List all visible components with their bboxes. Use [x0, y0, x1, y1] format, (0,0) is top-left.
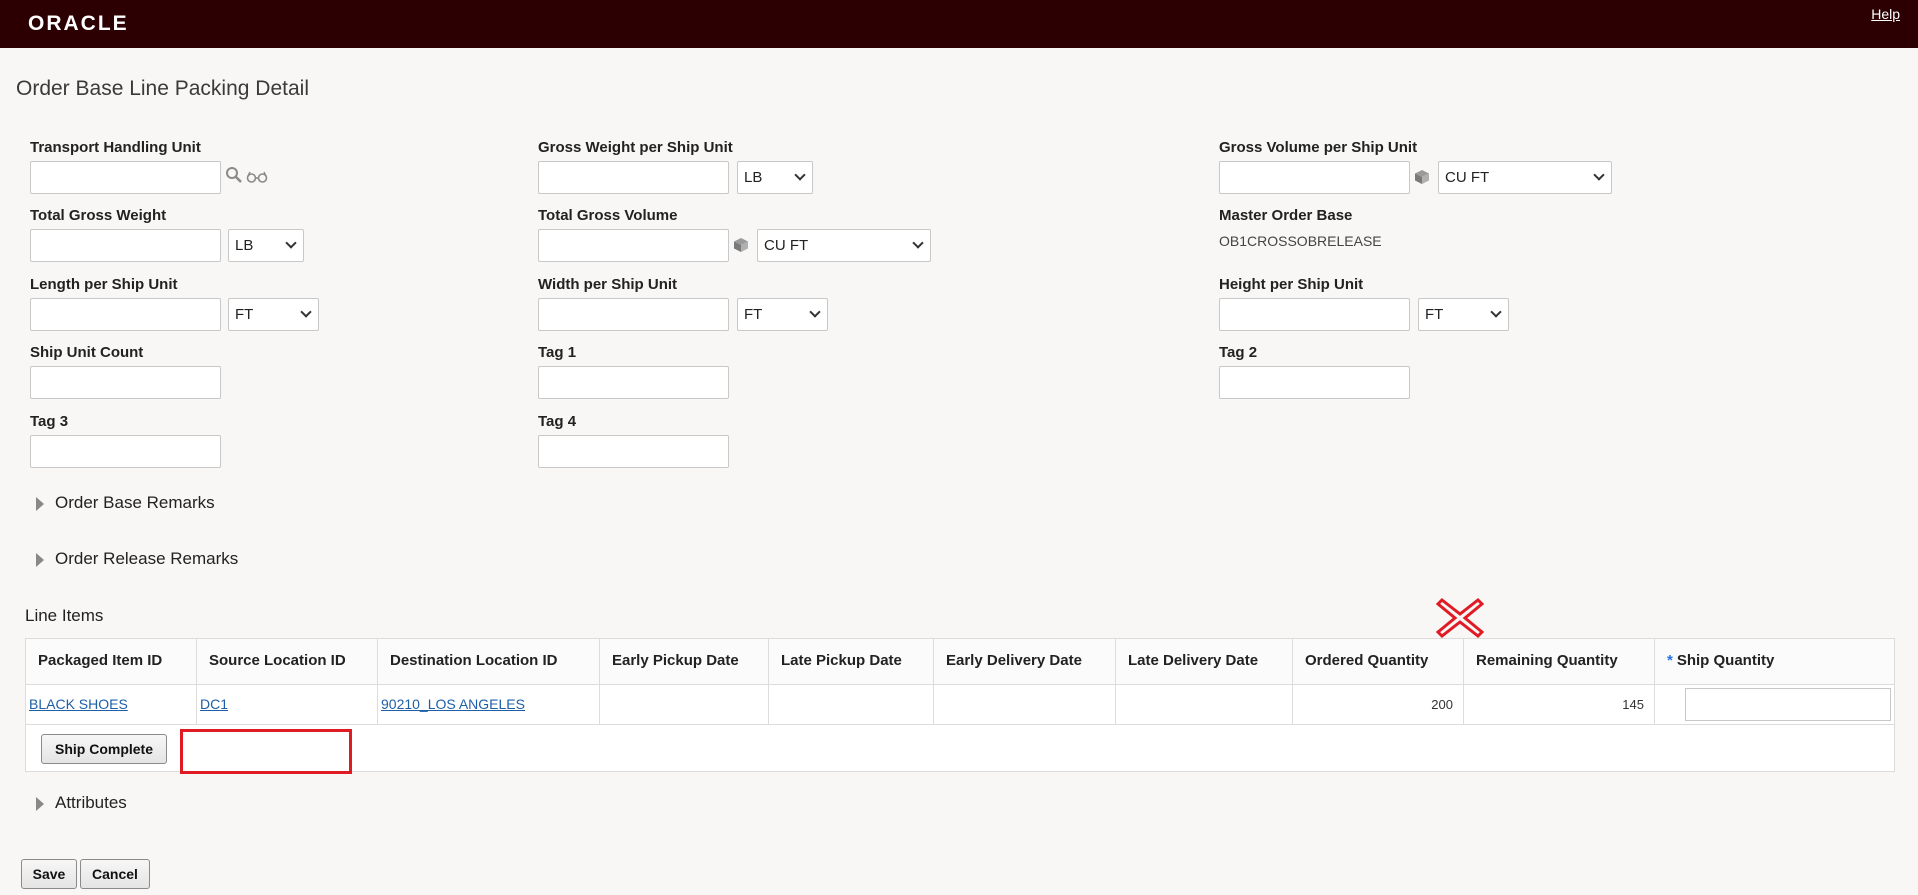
column-header-source-location-id: Source Location ID	[197, 639, 378, 684]
required-marker: *	[1667, 652, 1673, 669]
width-per-ship-unit-input[interactable]	[538, 298, 729, 331]
expand-triangle-icon	[36, 497, 44, 511]
tag2-input[interactable]	[1219, 366, 1410, 399]
tag2-label: Tag 2	[1219, 344, 1258, 361]
gross-weight-per-ship-unit-input[interactable]	[538, 161, 729, 194]
height-unit-select[interactable]: FT	[1418, 298, 1509, 331]
gross-volume-per-ship-unit-label: Gross Volume per Ship Unit	[1219, 139, 1418, 156]
cell-early-pickup-date	[600, 685, 769, 724]
destination-location-link[interactable]: 90210_LOS ANGELES	[381, 696, 525, 712]
tag1-input[interactable]	[538, 366, 729, 399]
chevron-down-icon	[285, 237, 297, 249]
expand-triangle-icon	[36, 797, 44, 811]
glasses-icon[interactable]	[246, 170, 268, 184]
length-per-ship-unit-input[interactable]	[30, 298, 221, 331]
column-header-early-pickup-date: Early Pickup Date	[600, 639, 769, 684]
gross-weight-unit-select[interactable]: LB	[737, 161, 813, 194]
transport-handling-unit-input[interactable]	[30, 161, 221, 194]
tag3-input[interactable]	[30, 435, 221, 468]
column-header-early-delivery-date: Early Delivery Date	[934, 639, 1116, 684]
line-items-title: Line Items	[25, 606, 104, 625]
column-header-remaining-quantity: Remaining Quantity	[1464, 639, 1655, 684]
total-gross-volume-unit-value: CU FT	[764, 237, 809, 254]
length-unit-select[interactable]: FT	[228, 298, 319, 331]
height-per-ship-unit-label: Height per Ship Unit	[1219, 276, 1364, 293]
master-order-base-label: Master Order Base	[1219, 207, 1353, 224]
cell-source-location-id: DC1	[197, 685, 378, 724]
column-header-ship-quantity: * Ship Quantity	[1655, 639, 1896, 684]
tag4-input[interactable]	[538, 435, 729, 468]
width-unit-select[interactable]: FT	[737, 298, 828, 331]
gross-weight-per-ship-unit-label: Gross Weight per Ship Unit	[538, 139, 733, 156]
cell-ordered-quantity: 200	[1293, 685, 1464, 724]
total-gross-volume-label: Total Gross Volume	[538, 207, 678, 224]
chevron-down-icon	[1593, 169, 1605, 181]
cell-late-pickup-date	[769, 685, 934, 724]
top-bar: ORACLE Help	[0, 0, 1918, 48]
cancel-button[interactable]: Cancel	[80, 859, 150, 889]
table-row: BLACK SHOES DC1 90210_LOS ANGELES 200 14…	[26, 685, 1894, 725]
total-gross-volume-input[interactable]	[538, 229, 729, 262]
chevron-down-icon	[1490, 306, 1502, 318]
save-button[interactable]: Save	[21, 859, 77, 889]
gross-volume-unit-select[interactable]: CU FT	[1438, 161, 1612, 194]
table-header-row: Packaged Item ID Source Location ID Dest…	[26, 639, 1894, 685]
page-title: Order Base Line Packing Detail	[16, 77, 309, 100]
total-gross-weight-input[interactable]	[30, 229, 221, 262]
chevron-down-icon	[300, 306, 312, 318]
height-per-ship-unit-input[interactable]	[1219, 298, 1410, 331]
oracle-logo: ORACLE	[28, 12, 129, 35]
cell-ship-quantity	[1655, 685, 1896, 724]
search-icon[interactable]	[225, 166, 243, 184]
total-gross-weight-unit-value: LB	[235, 237, 254, 254]
column-header-packaged-item-id: Packaged Item ID	[26, 639, 197, 684]
length-unit-value: FT	[235, 306, 254, 323]
attributes-label: Attributes	[55, 793, 127, 812]
height-unit-value: FT	[1425, 306, 1444, 323]
cell-early-delivery-date	[934, 685, 1116, 724]
cell-destination-location-id: 90210_LOS ANGELES	[378, 685, 600, 724]
chevron-down-icon	[809, 306, 821, 318]
total-gross-weight-unit-select[interactable]: LB	[228, 229, 304, 262]
column-header-ordered-quantity: Ordered Quantity	[1293, 639, 1464, 684]
total-gross-volume-unit-select[interactable]: CU FT	[757, 229, 931, 262]
chevron-down-icon	[794, 169, 806, 181]
total-gross-weight-label: Total Gross Weight	[30, 207, 167, 224]
chevron-down-icon	[912, 237, 924, 249]
red-highlight-box	[180, 729, 352, 774]
order-release-remarks-label: Order Release Remarks	[55, 549, 239, 568]
packaged-item-link[interactable]: BLACK SHOES	[29, 696, 128, 712]
help-link[interactable]: Help	[1871, 6, 1900, 22]
expand-triangle-icon	[36, 553, 44, 567]
gross-volume-per-ship-unit-input[interactable]	[1219, 161, 1410, 194]
master-order-base-value: OB1CROSSOBRELEASE	[1219, 233, 1382, 249]
ship-unit-count-input[interactable]	[30, 366, 221, 399]
transport-handling-unit-label: Transport Handling Unit	[30, 139, 201, 156]
cell-late-delivery-date	[1116, 685, 1293, 724]
column-header-late-delivery-date: Late Delivery Date	[1116, 639, 1293, 684]
width-per-ship-unit-label: Width per Ship Unit	[538, 276, 678, 293]
ship-unit-count-label: Ship Unit Count	[30, 344, 144, 361]
tag1-label: Tag 1	[538, 344, 577, 361]
gross-volume-unit-value: CU FT	[1445, 169, 1490, 186]
tag3-label: Tag 3	[30, 413, 69, 430]
source-location-link[interactable]: DC1	[200, 696, 228, 712]
cell-packaged-item-id: BLACK SHOES	[26, 685, 197, 724]
tag4-label: Tag 4	[538, 413, 577, 430]
length-per-ship-unit-label: Length per Ship Unit	[30, 276, 178, 293]
cube-icon[interactable]	[733, 237, 749, 253]
ship-complete-button[interactable]: Ship Complete	[41, 734, 167, 764]
column-header-destination-location-id: Destination Location ID	[378, 639, 600, 684]
cube-icon[interactable]	[1414, 169, 1430, 185]
cell-remaining-quantity: 145	[1464, 685, 1655, 724]
width-unit-value: FT	[744, 306, 763, 323]
red-x-annotation-icon	[1436, 598, 1484, 638]
column-header-late-pickup-date: Late Pickup Date	[769, 639, 934, 684]
gross-weight-unit-value: LB	[744, 169, 763, 186]
ship-quantity-input[interactable]	[1685, 688, 1891, 721]
ship-quantity-header-label: Ship Quantity	[1676, 652, 1775, 669]
order-base-remarks-label: Order Base Remarks	[55, 493, 215, 512]
